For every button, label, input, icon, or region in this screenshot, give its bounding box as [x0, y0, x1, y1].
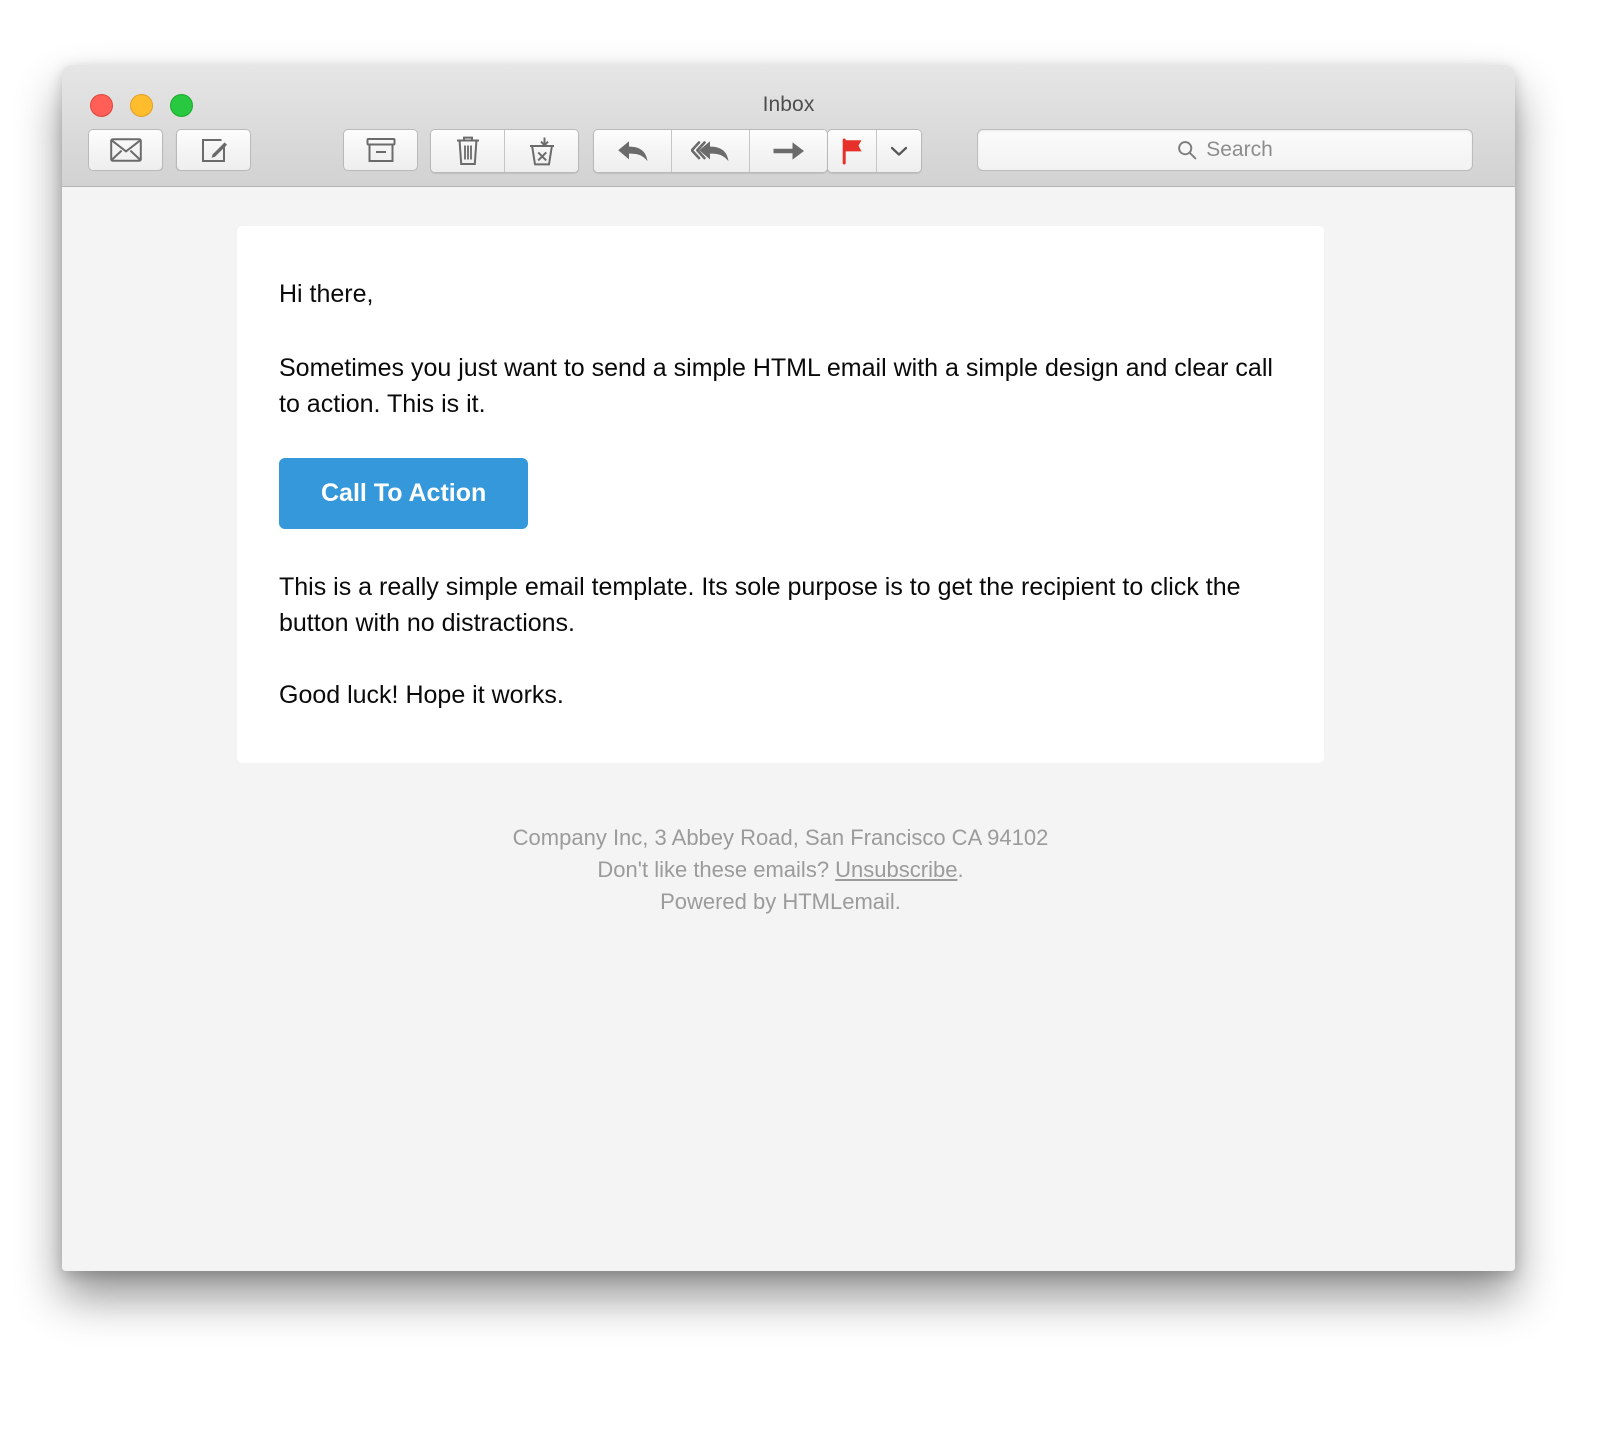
cta-wrapper: Call To Action	[279, 458, 1282, 529]
footer-unsubscribe-suffix: .	[957, 856, 964, 882]
compose-button[interactable]	[176, 129, 251, 171]
trash-icon	[456, 136, 479, 165]
search-icon	[1178, 141, 1197, 160]
junk-icon	[529, 137, 554, 166]
compose-icon	[201, 139, 227, 162]
forward-icon	[773, 142, 804, 160]
reply-button[interactable]	[594, 130, 671, 172]
get-mail-button[interactable]	[88, 129, 163, 171]
footer-powered-by: Powered by HTMLemail.	[660, 888, 901, 914]
email-intro-paragraph: Sometimes you just want to send a simple…	[279, 354, 1273, 418]
email-body-card: Hi there, Sometimes you just want to sen…	[237, 226, 1324, 763]
footer-unsubscribe-prefix: Don't like these emails?	[597, 856, 836, 882]
footer-unsubscribe-line: Don't like these emails? Unsubscribe.	[237, 854, 1324, 886]
reply-all-icon	[690, 141, 728, 162]
email-closing-paragraph: Good luck! Hope it works.	[279, 681, 564, 709]
mail-icon	[109, 138, 142, 162]
search-inner: Search	[1177, 138, 1273, 162]
call-to-action-button[interactable]: Call To Action	[279, 458, 529, 529]
forward-button[interactable]	[749, 130, 827, 172]
archive-icon	[366, 138, 395, 162]
unsubscribe-link[interactable]: Unsubscribe	[835, 857, 957, 882]
message-view: Hi there, Sometimes you just want to sen…	[62, 187, 1515, 1271]
window-title: Inbox	[762, 93, 815, 116]
toolbar-group-compose	[88, 129, 251, 171]
footer-address: Company Inc, 3 Abbey Road, San Francisco…	[512, 825, 1049, 850]
email-greeting: Hi there,	[279, 280, 374, 308]
junk-button[interactable]	[504, 130, 578, 172]
reply-icon	[617, 141, 647, 162]
toolbar: Search	[62, 129, 1515, 179]
search-placeholder: Search	[1206, 138, 1273, 161]
flag-icon	[842, 138, 862, 165]
mail-window: Inbox Search Hi there, Sometimes you jus…	[62, 65, 1515, 1271]
flag-button[interactable]	[828, 130, 876, 172]
flag-options-button[interactable]	[876, 130, 921, 172]
chevron-down-icon	[890, 146, 908, 156]
archive-button[interactable]	[343, 129, 418, 171]
toolbar-group-archive	[343, 129, 418, 171]
email-explanation-paragraph: This is a really simple email template. …	[279, 573, 1241, 637]
window-chrome: Inbox Search	[62, 65, 1515, 187]
search-input[interactable]: Search	[977, 129, 1473, 171]
delete-button[interactable]	[431, 130, 504, 172]
reply-all-button[interactable]	[671, 130, 749, 172]
screenshot-stage: Inbox Search Hi there, Sometimes you jus…	[0, 0, 1614, 1444]
toolbar-group-flag	[827, 129, 922, 173]
toolbar-group-reply	[593, 129, 828, 173]
toolbar-group-delete	[430, 129, 579, 173]
email-footer: Company Inc, 3 Abbey Road, San Francisco…	[237, 822, 1324, 918]
